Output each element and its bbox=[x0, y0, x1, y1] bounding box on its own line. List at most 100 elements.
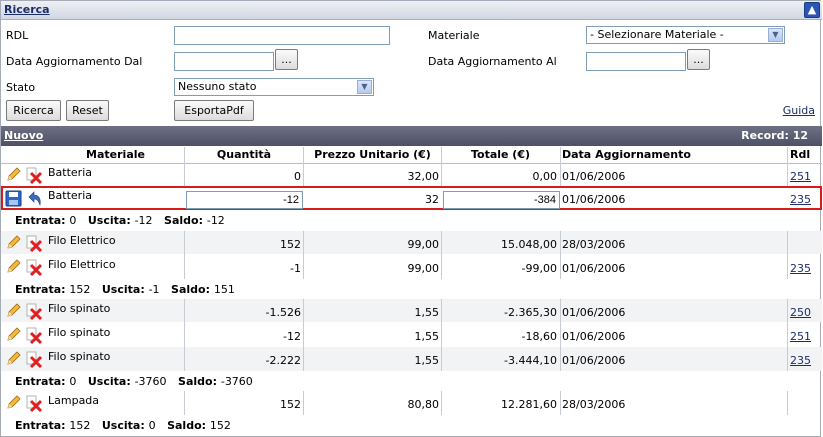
totale-input[interactable] bbox=[443, 191, 560, 209]
divider bbox=[441, 391, 442, 415]
uscita-value: 0 bbox=[148, 419, 156, 432]
saldo-value: 151 bbox=[213, 283, 235, 296]
collapse-up-icon[interactable]: ▲ bbox=[804, 2, 820, 18]
pencil-icon[interactable] bbox=[5, 302, 22, 319]
cell-quantita: 152 bbox=[280, 398, 301, 411]
cell-materiale: Batteria bbox=[48, 166, 92, 179]
cell-rdl-link[interactable]: 251 bbox=[790, 330, 811, 343]
group-summary: Entrata: 0 Uscita: -3760 Saldo: -3760 bbox=[15, 375, 253, 388]
table-row: Batteria 0 32,00 0,00 01/06/2006 251 bbox=[1, 164, 822, 186]
col-totale: Totale (€) bbox=[470, 148, 531, 161]
cell-materiale: Filo spinato bbox=[48, 350, 111, 363]
saldo-value: -3760 bbox=[220, 375, 253, 388]
saldo-label: Saldo: bbox=[171, 283, 210, 296]
divider bbox=[787, 299, 788, 371]
cell-materiale: Lampada bbox=[48, 394, 100, 407]
col-prezzo: Prezzo Unitario (€) bbox=[314, 148, 431, 161]
divider bbox=[184, 231, 185, 279]
cell-totale: 15.048,00 bbox=[501, 238, 557, 251]
entrata-label: Entrata: bbox=[15, 214, 66, 227]
cell-quantita: -12 bbox=[283, 330, 301, 343]
divider bbox=[787, 391, 788, 415]
uscita-label: Uscita: bbox=[101, 419, 145, 432]
rdl-label: RDL bbox=[6, 29, 29, 42]
esporta-pdf-button[interactable]: EsportaPdf bbox=[174, 100, 254, 121]
data-dal-input[interactable] bbox=[174, 52, 274, 71]
entrata-value: 152 bbox=[69, 283, 91, 296]
divider bbox=[787, 147, 788, 164]
red-x-icon[interactable] bbox=[26, 259, 43, 276]
undo-arrow-icon[interactable] bbox=[26, 190, 43, 207]
red-x-icon[interactable] bbox=[26, 395, 43, 412]
nuovo-link[interactable]: Nuovo bbox=[4, 129, 43, 142]
cell-rdl-link[interactable]: 235 bbox=[790, 354, 811, 367]
cell-data: 01/06/2006 bbox=[562, 306, 626, 319]
pencil-icon[interactable] bbox=[5, 350, 22, 367]
pencil-icon[interactable] bbox=[5, 394, 22, 411]
data-al-input[interactable] bbox=[586, 52, 686, 71]
uscita-value: -12 bbox=[134, 214, 153, 227]
red-x-icon[interactable] bbox=[26, 351, 43, 368]
table-row: Filo Elettrico -1 99,00 -99,00 01/06/200… bbox=[1, 255, 822, 279]
window-frame: Ricerca ▲ RDL Materiale - Selezionare Ma… bbox=[0, 0, 822, 437]
entrata-label: Entrata: bbox=[15, 419, 66, 432]
materiale-select[interactable]: - Selezionare Materiale - ▼ bbox=[586, 26, 785, 44]
cell-rdl-link[interactable]: 250 bbox=[790, 306, 811, 319]
cell-data: 01/06/2006 bbox=[562, 354, 626, 367]
entrata-value: 152 bbox=[69, 419, 91, 432]
pencil-icon[interactable] bbox=[5, 258, 22, 275]
divider bbox=[184, 147, 185, 164]
divider bbox=[303, 231, 304, 279]
divider bbox=[184, 299, 185, 371]
divider bbox=[184, 391, 185, 415]
cell-totale: -2.365,30 bbox=[504, 306, 557, 319]
quantita-input[interactable] bbox=[186, 191, 303, 209]
cell-prezzo: 1,55 bbox=[414, 306, 440, 319]
cell-quantita: -2.222 bbox=[265, 354, 301, 367]
red-x-icon[interactable] bbox=[26, 167, 43, 184]
red-x-icon[interactable] bbox=[26, 303, 43, 320]
data-al-picker-button[interactable]: ... bbox=[687, 49, 710, 70]
divider bbox=[303, 164, 304, 186]
cell-data: 28/03/2006 bbox=[562, 238, 626, 251]
cell-prezzo: 99,00 bbox=[407, 262, 440, 275]
pencil-icon[interactable] bbox=[5, 234, 22, 251]
cell-quantita: 0 bbox=[294, 170, 301, 183]
red-x-icon[interactable] bbox=[26, 327, 43, 344]
cell-rdl-link[interactable]: 251 bbox=[790, 170, 811, 183]
rdl-input[interactable] bbox=[174, 26, 390, 45]
divider bbox=[441, 164, 442, 186]
divider bbox=[303, 147, 304, 164]
table-row: Filo spinato -12 1,55 -18,60 01/06/2006 … bbox=[1, 323, 822, 346]
ricerca-button[interactable]: Ricerca bbox=[6, 100, 61, 121]
cell-data: 01/06/2006 bbox=[562, 262, 626, 275]
cell-rdl-link[interactable]: 235 bbox=[790, 262, 811, 275]
pencil-icon[interactable] bbox=[5, 166, 22, 183]
entrata-label: Entrata: bbox=[15, 283, 66, 296]
cell-data: 01/06/2006 bbox=[562, 170, 626, 183]
divider bbox=[441, 147, 442, 164]
divider bbox=[560, 164, 561, 186]
stato-select[interactable]: Nessuno stato ▼ bbox=[174, 78, 374, 96]
pencil-icon[interactable] bbox=[5, 326, 22, 343]
table-header: Materiale Quantità Prezzo Unitario (€) T… bbox=[1, 147, 822, 164]
cell-prezzo: 80,80 bbox=[407, 398, 440, 411]
chevron-down-icon: ▼ bbox=[768, 28, 783, 42]
divider bbox=[787, 164, 788, 186]
list-header-bar: Nuovo Record: 12 bbox=[1, 126, 822, 146]
group-summary: Entrata: 152 Uscita: -1 Saldo: 151 bbox=[15, 283, 235, 296]
guida-link[interactable]: Guida bbox=[783, 104, 815, 117]
search-section-title[interactable]: Ricerca bbox=[4, 3, 50, 16]
divider bbox=[303, 391, 304, 415]
floppy-save-icon[interactable] bbox=[5, 190, 22, 207]
uscita-label: Uscita: bbox=[101, 283, 145, 296]
cell-rdl-link[interactable]: 235 bbox=[790, 193, 811, 206]
cell-data: 28/03/2006 bbox=[562, 398, 626, 411]
red-x-icon[interactable] bbox=[26, 235, 43, 252]
cell-prezzo: 32,00 bbox=[407, 170, 440, 183]
data-dal-picker-button[interactable]: ... bbox=[275, 49, 298, 70]
stato-select-value: Nessuno stato bbox=[178, 80, 257, 93]
col-data: Data Aggiornamento bbox=[562, 148, 691, 161]
reset-button[interactable]: Reset bbox=[66, 100, 109, 121]
cell-totale: -99,00 bbox=[521, 262, 557, 275]
